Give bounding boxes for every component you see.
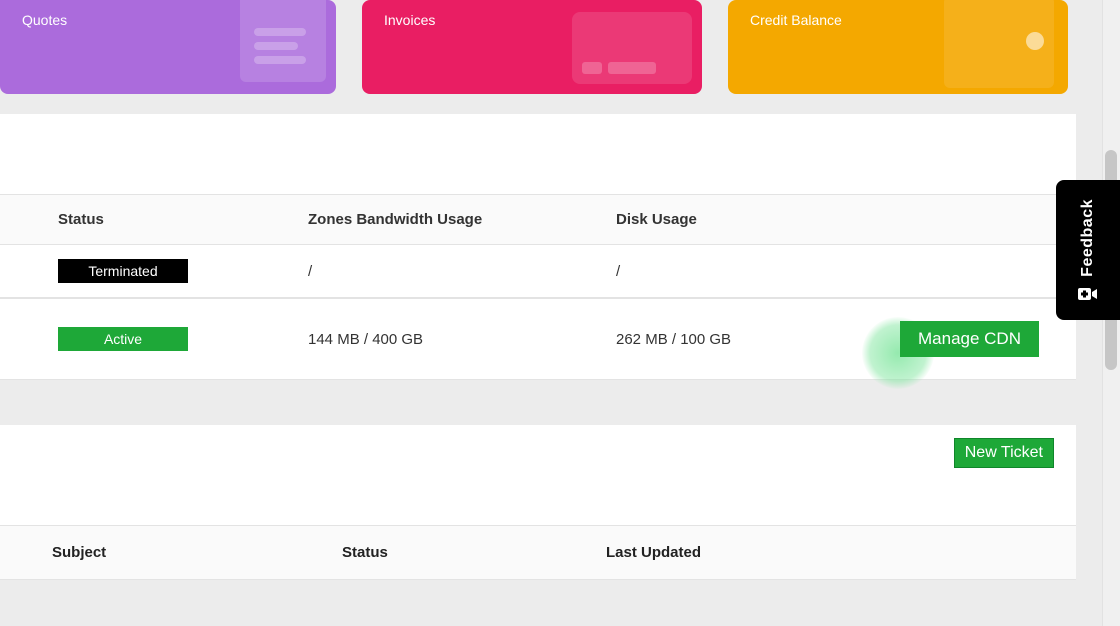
col-header-status: Status: [342, 544, 606, 561]
feedback-label: Feedback: [1079, 199, 1097, 277]
new-ticket-button[interactable]: New Ticket: [954, 438, 1054, 468]
invoices-card[interactable]: Invoices: [362, 0, 702, 94]
col-header-status: Status: [58, 211, 308, 228]
status-badge-terminated: Terminated: [58, 259, 188, 283]
usage-panel: Status Zones Bandwidth Usage Disk Usage …: [0, 114, 1076, 380]
feedback-tab[interactable]: Feedback: [1056, 180, 1120, 320]
table-row: Terminated / /: [0, 244, 1076, 298]
manage-cdn-button[interactable]: Manage CDN: [900, 321, 1039, 357]
status-badge-active: Active: [58, 327, 188, 351]
col-header-disk: Disk Usage: [616, 211, 896, 228]
invoices-card-label: Invoices: [384, 12, 435, 28]
usage-table-header: Status Zones Bandwidth Usage Disk Usage: [0, 194, 1076, 244]
quotes-card-label: Quotes: [22, 12, 67, 28]
col-header-last-updated: Last Updated: [606, 544, 1076, 561]
document-icon: [240, 0, 326, 82]
credit-card-icon: [572, 12, 692, 84]
quotes-card[interactable]: Quotes: [0, 0, 336, 94]
tickets-panel: Subject Status Last Updated: [0, 425, 1076, 600]
disk-value: 262 MB / 100 GB: [616, 331, 896, 348]
col-header-zones: Zones Bandwidth Usage: [308, 211, 616, 228]
col-header-subject: Subject: [52, 544, 342, 561]
credit-balance-card-label: Credit Balance: [750, 12, 842, 28]
zones-value: 144 MB / 400 GB: [308, 331, 616, 348]
wallet-icon: [944, 0, 1054, 88]
video-plus-icon: [1078, 287, 1098, 301]
table-row: Active 144 MB / 400 GB 262 MB / 100 GB M…: [0, 298, 1076, 380]
credit-balance-card[interactable]: Credit Balance: [728, 0, 1068, 94]
zones-value: /: [308, 263, 616, 280]
summary-cards-row: Quotes Invoices Credit Balance: [0, 0, 1076, 96]
tickets-table-header: Subject Status Last Updated: [0, 525, 1076, 580]
disk-value: /: [616, 263, 896, 280]
